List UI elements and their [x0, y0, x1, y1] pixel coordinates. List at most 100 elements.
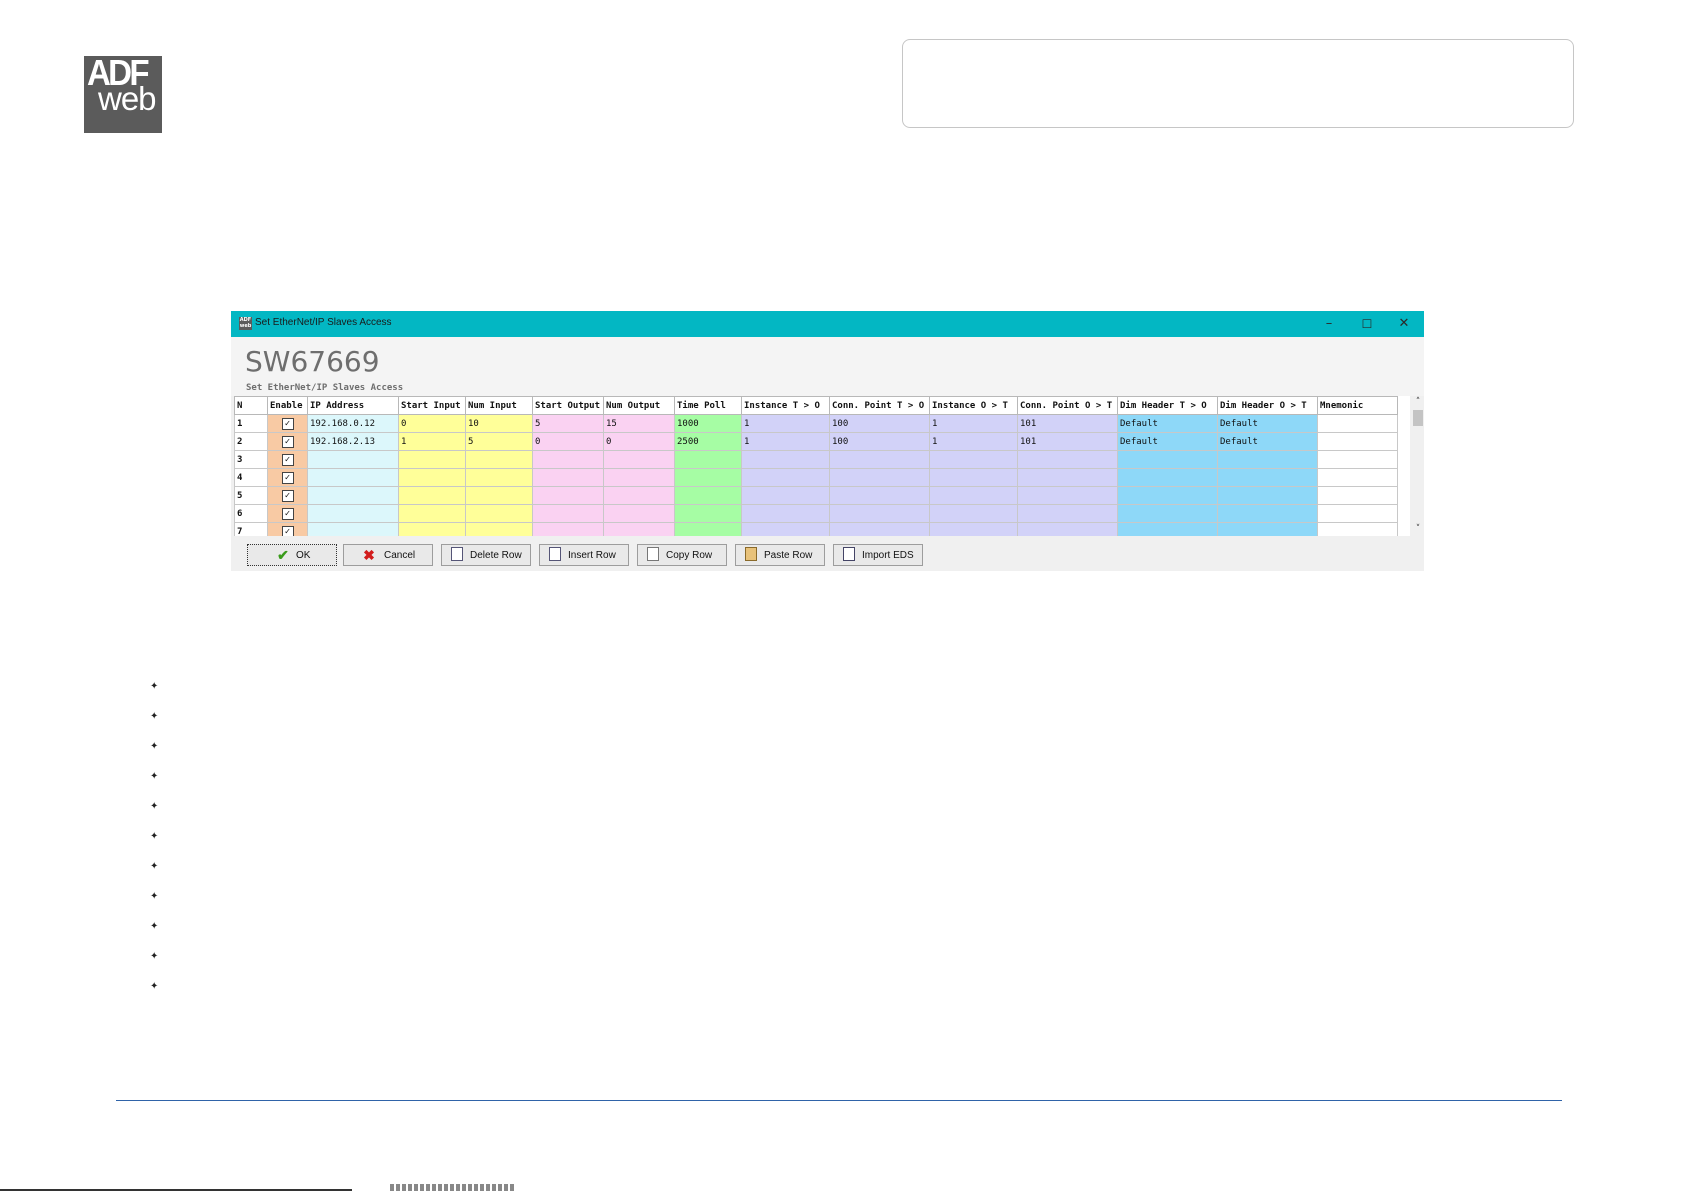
cell-num-input[interactable]	[465, 486, 533, 505]
cell-time-poll[interactable]	[674, 504, 742, 523]
cell-inst-ot[interactable]	[929, 504, 1018, 523]
cell-dim-to[interactable]	[1117, 504, 1218, 523]
cell-inst-ot[interactable]: 1	[929, 414, 1018, 433]
cell-start-input[interactable]	[398, 486, 466, 505]
cell-conn-to[interactable]	[829, 450, 930, 469]
row-number-cell[interactable]: 3	[234, 450, 268, 469]
cell-num-input[interactable]	[465, 450, 533, 469]
cell-dim-ot[interactable]	[1217, 504, 1318, 523]
column-header[interactable]: Time Poll	[674, 396, 742, 415]
cell-start-input[interactable]	[398, 450, 466, 469]
table-row[interactable]: 2 ✓ 192.168.2.13 1 5 0 0 2500 1 100 1 101 Default Def…	[234, 432, 1398, 451]
row-number-cell[interactable]: 5	[234, 486, 268, 505]
enable-checkbox[interactable]: ✓	[281, 417, 294, 430]
cell-time-poll[interactable]	[674, 450, 742, 469]
table-row[interactable]: 3 ✓	[234, 450, 1398, 469]
table-row[interactable]: 1 ✓ 192.168.0.12 0 10 5 15 1000 1 100 1 101 Default D…	[234, 414, 1398, 433]
column-header[interactable]: Dim Header O > T	[1217, 396, 1318, 415]
cell-start-output[interactable]	[532, 468, 604, 487]
cell-conn-to[interactable]	[829, 522, 930, 536]
enable-cell[interactable]: ✓	[267, 450, 308, 469]
cell-dim-to[interactable]	[1117, 450, 1218, 469]
maximize-button[interactable]: ☐	[1349, 313, 1385, 335]
cell-dim-to[interactable]	[1117, 486, 1218, 505]
cell-dim-ot[interactable]	[1217, 450, 1318, 469]
cell-conn-to[interactable]	[829, 504, 930, 523]
cell-inst-ot[interactable]	[929, 468, 1018, 487]
cell-dim-to[interactable]: Default	[1117, 432, 1218, 451]
table-row[interactable]: 5 ✓	[234, 486, 1398, 505]
cell-time-poll[interactable]: 1000	[674, 414, 742, 433]
cell-dim-ot[interactable]	[1217, 522, 1318, 536]
cell-time-poll[interactable]	[674, 468, 742, 487]
column-header[interactable]: Instance T > O	[741, 396, 830, 415]
close-button[interactable]: ✕	[1386, 313, 1422, 335]
cell-start-input[interactable]: 0	[398, 414, 466, 433]
cell-ip[interactable]	[307, 468, 399, 487]
cell-time-poll[interactable]	[674, 522, 742, 536]
enable-checkbox[interactable]: ✓	[281, 489, 294, 502]
cell-conn-ot[interactable]	[1017, 522, 1118, 536]
table-row[interactable]: 6 ✓	[234, 504, 1398, 523]
cell-inst-to[interactable]: 1	[741, 414, 830, 433]
row-number-cell[interactable]: 1	[234, 414, 268, 433]
column-header[interactable]: Num Output	[603, 396, 675, 415]
column-header[interactable]: Conn. Point O > T	[1017, 396, 1118, 415]
paste-row-button[interactable]: Paste Row	[735, 544, 825, 566]
cell-num-output[interactable]	[603, 522, 675, 536]
cancel-button[interactable]: ✖ Cancel	[343, 544, 433, 566]
cell-inst-ot[interactable]: 1	[929, 432, 1018, 451]
cell-inst-ot[interactable]	[929, 522, 1018, 536]
cell-ip[interactable]	[307, 486, 399, 505]
cell-start-input[interactable]: 1	[398, 432, 466, 451]
cell-dim-to[interactable]	[1117, 468, 1218, 487]
import-eds-button[interactable]: Import EDS	[833, 544, 923, 566]
enable-cell[interactable]: ✓	[267, 414, 308, 433]
column-header[interactable]: Instance O > T	[929, 396, 1018, 415]
cell-dim-to[interactable]	[1117, 522, 1218, 536]
enable-checkbox[interactable]: ✓	[281, 471, 294, 484]
copy-row-button[interactable]: Copy Row	[637, 544, 727, 566]
enable-cell[interactable]: ✓	[267, 522, 308, 536]
cell-mnemonic[interactable]	[1317, 486, 1398, 505]
enable-cell[interactable]: ✓	[267, 468, 308, 487]
column-header[interactable]: N	[234, 396, 268, 415]
insert-row-button[interactable]: Insert Row	[539, 544, 629, 566]
cell-start-input[interactable]	[398, 504, 466, 523]
scroll-up-arrow-icon[interactable]: ˄	[1412, 396, 1424, 408]
cell-mnemonic[interactable]	[1317, 450, 1398, 469]
cell-num-output[interactable]	[603, 450, 675, 469]
cell-num-input[interactable]	[465, 468, 533, 487]
enable-cell[interactable]: ✓	[267, 504, 308, 523]
cell-start-output[interactable]	[532, 450, 604, 469]
table-row[interactable]: 7 ✓	[234, 522, 1398, 536]
cell-num-output[interactable]	[603, 468, 675, 487]
cell-ip[interactable]	[307, 522, 399, 536]
cell-num-output[interactable]: 0	[603, 432, 675, 451]
minimize-button[interactable]: –	[1311, 313, 1347, 335]
cell-dim-to[interactable]: Default	[1117, 414, 1218, 433]
cell-mnemonic[interactable]	[1317, 468, 1398, 487]
window-titlebar[interactable]: ADF web Set EtherNet/IP Slaves Access – ☐…	[231, 311, 1424, 337]
column-header[interactable]: Dim Header T > O	[1117, 396, 1218, 415]
cell-inst-to[interactable]	[741, 468, 830, 487]
row-number-cell[interactable]: 2	[234, 432, 268, 451]
column-header[interactable]: Start Output	[532, 396, 604, 415]
table-row[interactable]: 4 ✓	[234, 468, 1398, 487]
cell-conn-ot[interactable]: 101	[1017, 432, 1118, 451]
cell-conn-to[interactable]	[829, 486, 930, 505]
cell-conn-ot[interactable]	[1017, 504, 1118, 523]
cell-dim-ot[interactable]	[1217, 468, 1318, 487]
cell-conn-to[interactable]: 100	[829, 414, 930, 433]
column-header[interactable]: Num Input	[465, 396, 533, 415]
column-header[interactable]: Mnemonic	[1317, 396, 1398, 415]
scroll-down-arrow-icon[interactable]: ˅	[1412, 523, 1424, 535]
cell-start-input[interactable]	[398, 468, 466, 487]
cell-dim-ot[interactable]	[1217, 486, 1318, 505]
cell-num-input[interactable]	[465, 504, 533, 523]
enable-checkbox[interactable]: ✓	[281, 525, 294, 536]
cell-ip[interactable]: 192.168.2.13	[307, 432, 399, 451]
column-header[interactable]: Enable	[267, 396, 308, 415]
enable-checkbox[interactable]: ✓	[281, 453, 294, 466]
row-number-cell[interactable]: 4	[234, 468, 268, 487]
